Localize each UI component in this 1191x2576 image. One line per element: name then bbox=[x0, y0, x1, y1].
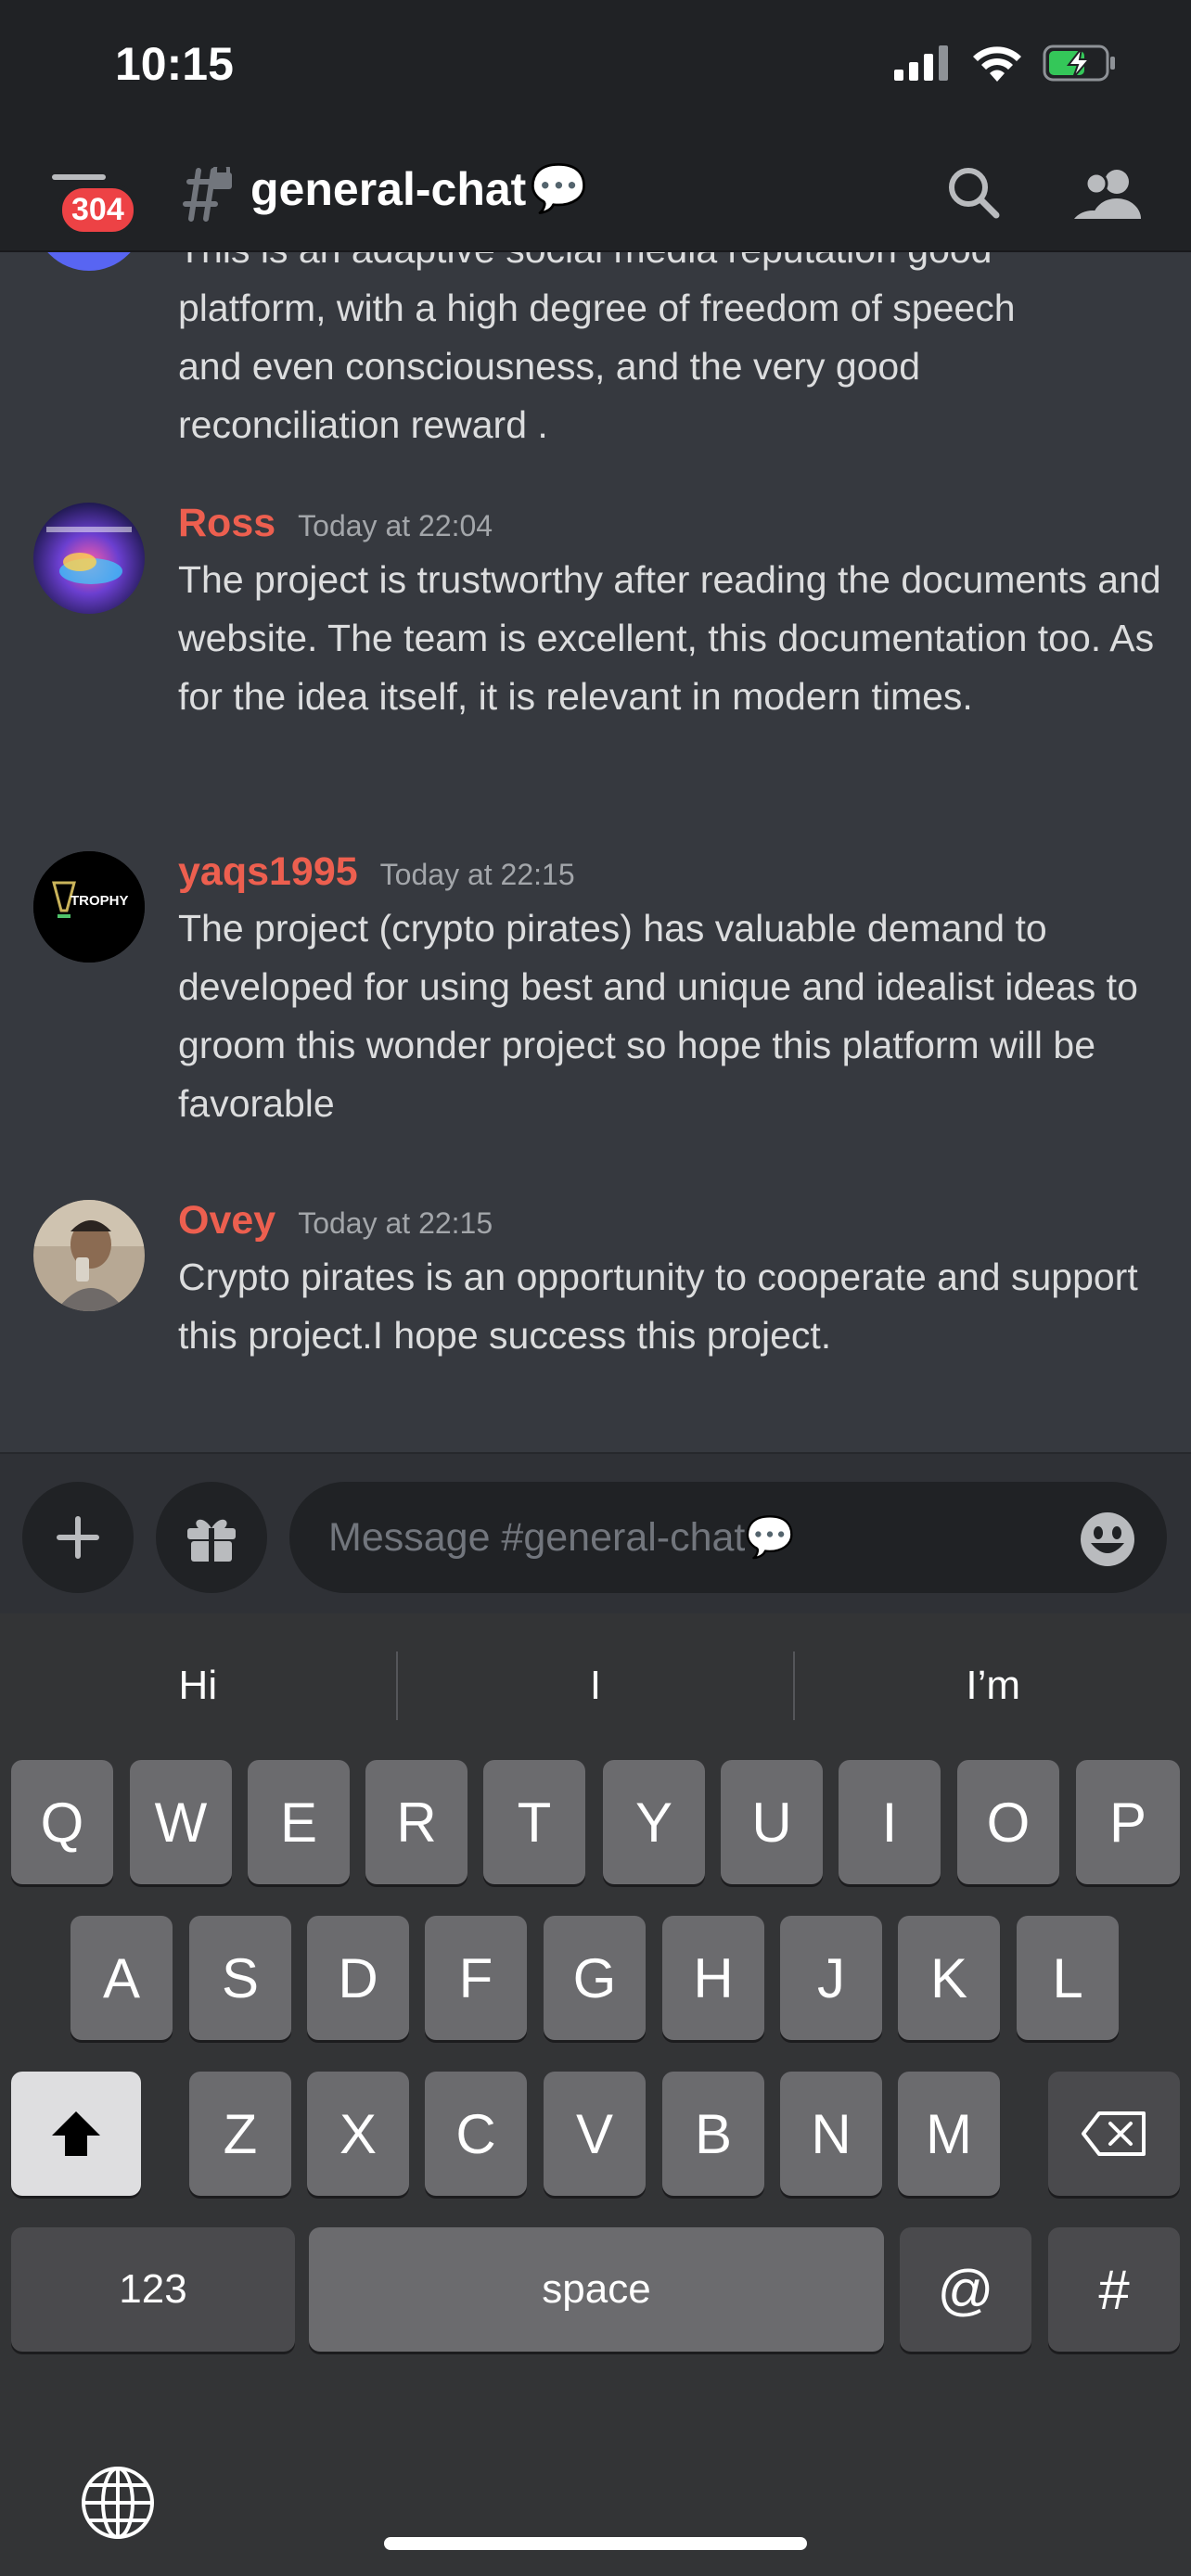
message-text-partial: This is an adaptive social media reputat… bbox=[178, 252, 1161, 454]
status-time: 10:15 bbox=[115, 38, 234, 90]
key[interactable]: F bbox=[425, 1916, 527, 2040]
message-input[interactable] bbox=[289, 1482, 1167, 1593]
key[interactable]: L bbox=[1017, 1916, 1119, 2040]
key[interactable]: K bbox=[898, 1916, 1000, 2040]
channel-title[interactable]: general-chat 💬 bbox=[250, 161, 588, 216]
key[interactable]: D bbox=[307, 1916, 409, 2040]
plus-icon bbox=[57, 1516, 99, 1559]
key[interactable]: P bbox=[1076, 1760, 1180, 1884]
gift-icon bbox=[187, 1519, 236, 1562]
key[interactable]: T bbox=[483, 1760, 585, 1884]
attach-button[interactable] bbox=[22, 1482, 134, 1593]
message-header: Ovey Today at 22:15 bbox=[178, 1198, 493, 1243]
key[interactable]: X bbox=[307, 2072, 409, 2196]
key[interactable]: J bbox=[780, 1916, 882, 2040]
message-list[interactable]: This is an adaptive social media reputat… bbox=[0, 252, 1191, 1452]
timestamp: Today at 22:15 bbox=[298, 1206, 493, 1240]
channel-header: 304 general-chat 💬 bbox=[0, 139, 1191, 252]
unread-badge: 304 bbox=[58, 184, 138, 236]
message-composer bbox=[0, 1452, 1191, 1613]
message-line: and even consciousness, and the very goo… bbox=[178, 345, 921, 388]
key[interactable]: Y bbox=[603, 1760, 705, 1884]
author-name[interactable]: Ovey bbox=[178, 1198, 275, 1243]
timestamp: Today at 22:04 bbox=[298, 509, 493, 542]
backspace-key[interactable] bbox=[1048, 2072, 1180, 2196]
shift-key[interactable] bbox=[11, 2072, 141, 2196]
cellular-signal-icon bbox=[894, 45, 948, 81]
key[interactable]: A bbox=[70, 1916, 173, 2040]
globe-icon[interactable] bbox=[80, 2465, 156, 2541]
status-icons bbox=[894, 45, 1117, 82]
at-key[interactable]: @ bbox=[900, 2227, 1031, 2352]
message-line: This is an adaptive social media reputat… bbox=[178, 252, 1161, 279]
key[interactable]: S bbox=[189, 1916, 291, 2040]
keyboard: Hi I I’m Q W E R T Y U I O P A S D F G H… bbox=[0, 1613, 1191, 2576]
members-icon[interactable] bbox=[1074, 163, 1143, 223]
channel-emoji: 💬 bbox=[530, 162, 588, 214]
shift-icon bbox=[52, 2111, 100, 2156]
key[interactable]: N bbox=[780, 2072, 882, 2196]
key[interactable]: M bbox=[898, 2072, 1000, 2196]
author-name[interactable]: yaqs1995 bbox=[178, 849, 358, 895]
key[interactable]: V bbox=[544, 2072, 646, 2196]
numbers-key[interactable]: 123 bbox=[11, 2227, 295, 2352]
message-line: platform, with a high degree of freedom … bbox=[178, 287, 1016, 329]
suggestion[interactable]: Hi bbox=[0, 1641, 396, 1730]
message-header: Ross Today at 22:04 bbox=[178, 501, 493, 546]
key[interactable]: H bbox=[662, 1916, 764, 2040]
avatar-image bbox=[33, 1200, 145, 1311]
key[interactable]: E bbox=[248, 1760, 350, 1884]
avatar[interactable] bbox=[33, 1200, 145, 1311]
key[interactable]: Z bbox=[189, 2072, 291, 2196]
locked-channel-icon bbox=[183, 167, 232, 222]
message-text: The project (crypto pirates) has valuabl… bbox=[178, 907, 1138, 1125]
key[interactable]: I bbox=[839, 1760, 941, 1884]
wifi-icon bbox=[973, 46, 1021, 82]
key[interactable]: B bbox=[662, 2072, 764, 2196]
emoji-icon[interactable] bbox=[1080, 1511, 1135, 1567]
predictive-bar: Hi I I’m bbox=[0, 1641, 1191, 1730]
avatar[interactable]: TROPHY bbox=[33, 851, 145, 963]
message-line: reconciliation reward . bbox=[178, 403, 548, 446]
key[interactable]: G bbox=[544, 1916, 646, 2040]
key[interactable]: U bbox=[721, 1760, 823, 1884]
key[interactable]: Q bbox=[11, 1760, 113, 1884]
message-text: Crypto pirates is an opportunity to coop… bbox=[178, 1256, 1138, 1357]
search-icon[interactable] bbox=[944, 163, 1004, 223]
suggestion[interactable]: I bbox=[398, 1641, 794, 1730]
key[interactable]: C bbox=[425, 2072, 527, 2196]
timestamp: Today at 22:15 bbox=[379, 858, 575, 891]
key[interactable]: R bbox=[365, 1760, 467, 1884]
status-bar: 10:15 bbox=[0, 0, 1191, 139]
gift-button[interactable] bbox=[156, 1482, 267, 1593]
battery-charging-icon bbox=[1043, 45, 1115, 82]
space-key[interactable]: space bbox=[309, 2227, 884, 2352]
author-name[interactable]: Ross bbox=[178, 501, 275, 546]
hash-key[interactable]: # bbox=[1048, 2227, 1180, 2352]
avatar[interactable] bbox=[33, 503, 145, 614]
avatar-text: TROPHY bbox=[70, 893, 129, 909]
home-indicator[interactable] bbox=[384, 2537, 807, 2550]
suggestion[interactable]: I’m bbox=[795, 1641, 1191, 1730]
backspace-icon bbox=[1082, 2111, 1146, 2156]
message-text: The project is trustworthy after reading… bbox=[178, 558, 1161, 718]
hamburger-menu-button[interactable]: 304 bbox=[46, 165, 148, 239]
message-header: yaqs1995 Today at 22:15 bbox=[178, 849, 575, 895]
key[interactable]: W bbox=[130, 1760, 232, 1884]
channel-name: general-chat bbox=[250, 162, 527, 215]
avatar[interactable] bbox=[33, 252, 145, 271]
trophy-logo-icon: TROPHY bbox=[33, 851, 145, 963]
key[interactable]: O bbox=[957, 1760, 1059, 1884]
avatar-image bbox=[33, 503, 145, 614]
